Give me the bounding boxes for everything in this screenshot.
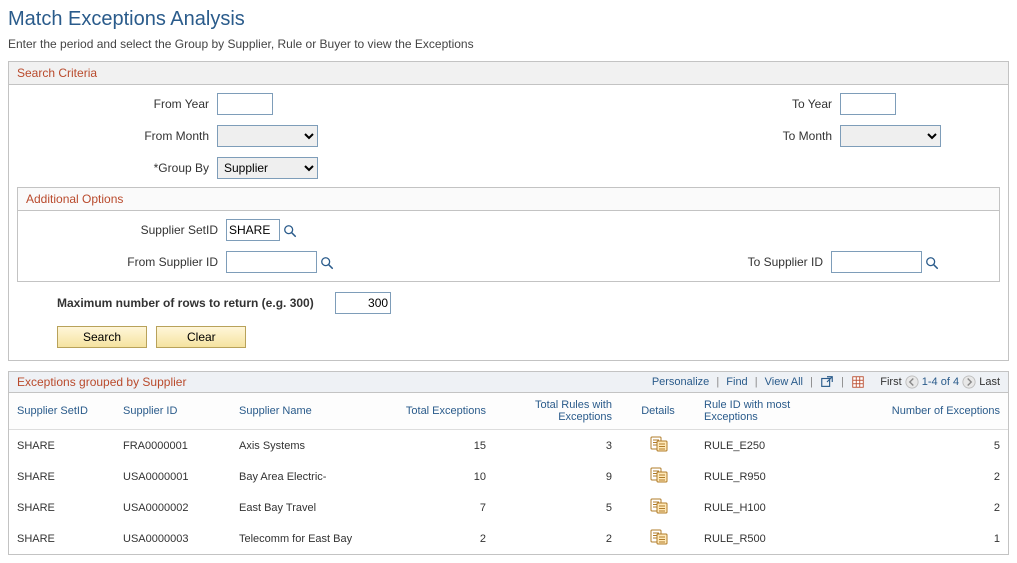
- table-row: SHAREFRA0000001Axis Systems153RULE_E2505: [9, 430, 1008, 462]
- max-rows-label: Maximum number of rows to return (e.g. 3…: [57, 296, 314, 310]
- from-month-select[interactable]: [217, 125, 318, 147]
- table-row: SHAREUSA0000002East Bay Travel75RULE_H10…: [9, 492, 1008, 523]
- next-page-icon[interactable]: [962, 375, 976, 389]
- supplier-setid-label: Supplier SetID: [26, 223, 226, 237]
- from-supplier-id-input[interactable]: [226, 251, 317, 273]
- zoom-icon[interactable]: [820, 375, 834, 389]
- supplier-setid-input[interactable]: [226, 219, 280, 241]
- results-group: Exceptions grouped by Supplier Personali…: [8, 371, 1009, 555]
- page-subtitle: Enter the period and select the Group by…: [8, 37, 1009, 51]
- col-num-exceptions[interactable]: Number of Exceptions: [852, 393, 1008, 430]
- from-year-input[interactable]: [217, 93, 273, 115]
- col-supplier-name[interactable]: Supplier Name: [231, 393, 368, 430]
- details-icon[interactable]: [650, 529, 666, 543]
- table-row: SHAREUSA0000001Bay Area Electric-109RULE…: [9, 461, 1008, 492]
- page-title: Match Exceptions Analysis: [8, 8, 1009, 31]
- col-supplier-id[interactable]: Supplier ID: [115, 393, 231, 430]
- download-icon[interactable]: [851, 375, 865, 389]
- clear-button[interactable]: Clear: [156, 326, 246, 348]
- results-title: Exceptions grouped by Supplier: [17, 375, 186, 389]
- results-table: Supplier SetID Supplier ID Supplier Name…: [9, 393, 1008, 554]
- additional-options-header: Additional Options: [18, 188, 999, 211]
- to-month-select[interactable]: [840, 125, 941, 147]
- col-total-exceptions[interactable]: Total Exceptions: [368, 393, 494, 430]
- to-supplier-id-lookup-icon[interactable]: [925, 256, 939, 270]
- last-label: Last: [979, 376, 1000, 388]
- col-rule-id-most[interactable]: Rule ID with most Exceptions: [696, 393, 852, 430]
- prev-page-icon[interactable]: [905, 375, 919, 389]
- col-supplier-setid[interactable]: Supplier SetID: [9, 393, 115, 430]
- first-label: First: [880, 376, 901, 388]
- from-supplier-id-label: From Supplier ID: [26, 255, 226, 269]
- details-icon[interactable]: [650, 498, 666, 512]
- to-year-label: To Year: [640, 97, 840, 111]
- personalize-link[interactable]: Personalize: [652, 376, 709, 388]
- details-icon[interactable]: [650, 436, 666, 450]
- supplier-setid-lookup-icon[interactable]: [283, 224, 297, 238]
- search-button[interactable]: Search: [57, 326, 147, 348]
- search-criteria-header: Search Criteria: [9, 62, 1008, 85]
- page-range: 1-4 of 4: [922, 376, 959, 388]
- group-by-label: *Group By: [17, 161, 217, 175]
- group-by-select[interactable]: Supplier: [217, 157, 318, 179]
- max-rows-input[interactable]: [335, 292, 391, 314]
- to-year-input[interactable]: [840, 93, 896, 115]
- from-month-label: From Month: [17, 129, 217, 143]
- col-total-rules[interactable]: Total Rules with Exceptions: [494, 393, 620, 430]
- table-row: SHAREUSA0000003Telecomm for East Bay22RU…: [9, 523, 1008, 554]
- search-criteria-group: Search Criteria From Year To Year From M…: [8, 61, 1009, 361]
- col-details[interactable]: Details: [620, 393, 696, 430]
- details-icon[interactable]: [650, 467, 666, 481]
- additional-options-group: Additional Options Supplier SetID From S…: [17, 187, 1000, 282]
- to-month-label: To Month: [640, 129, 840, 143]
- to-supplier-id-label: To Supplier ID: [631, 255, 831, 269]
- from-year-label: From Year: [17, 97, 217, 111]
- from-supplier-id-lookup-icon[interactable]: [320, 256, 334, 270]
- find-link[interactable]: Find: [726, 376, 747, 388]
- to-supplier-id-input[interactable]: [831, 251, 922, 273]
- view-all-link[interactable]: View All: [765, 376, 803, 388]
